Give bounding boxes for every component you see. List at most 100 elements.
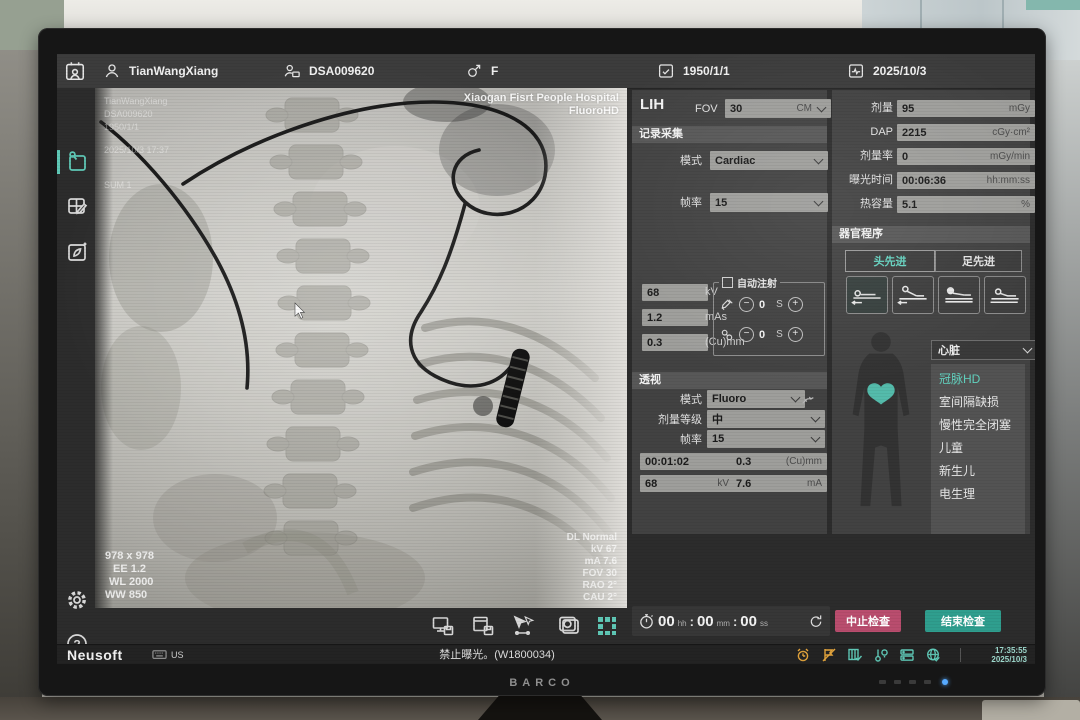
worklist-check-icon[interactable] — [847, 647, 863, 663]
auto-inject-checkbox[interactable] — [722, 277, 733, 288]
stopwatch-icon — [638, 613, 655, 630]
alarm-warning-icon[interactable] — [795, 647, 811, 663]
fluoro-ma-value: 7.6mA — [731, 475, 827, 492]
program-item[interactable]: 慢性完全闭塞 — [931, 414, 1025, 437]
chevron-down-icon — [814, 154, 824, 164]
timer-reset-icon[interactable] — [808, 613, 824, 629]
bezel-button[interactable] — [894, 680, 901, 684]
save-image-icon[interactable] — [471, 614, 495, 638]
bezel-button[interactable] — [909, 680, 916, 684]
fluoro-dose-label: 剂量等级 — [638, 411, 702, 429]
xray-rendering — [95, 88, 627, 608]
record-mode-select[interactable]: Cardiac — [710, 151, 828, 170]
system-tray — [795, 647, 941, 663]
active-indicator — [57, 150, 60, 174]
fluoro-mode-label: 模式 — [638, 391, 702, 409]
exposure-time-value: 00:06:36hh:mm:ss — [897, 172, 1035, 189]
patient-recline-icon — [896, 281, 930, 309]
minus-stepper-button[interactable]: − — [739, 297, 754, 312]
patient-info: TianWangXiang — [103, 54, 218, 88]
storage-icon[interactable] — [899, 647, 915, 663]
exam-timer: 00hh : 00mm : 00ss — [632, 606, 830, 636]
sidebar-item-post-processing[interactable] — [65, 240, 89, 264]
chevron-down-icon — [811, 413, 821, 423]
patient-id-group: DSA009620 — [283, 54, 374, 88]
tray-time: 17:35:55 — [965, 646, 1027, 655]
position-recline-left-button[interactable] — [892, 276, 934, 314]
export-monitor-icon[interactable] — [431, 614, 455, 638]
system-message: 禁止曝光。(W1800034) — [377, 645, 617, 664]
calendar-check-icon — [657, 62, 675, 80]
minus-stepper-button[interactable]: − — [739, 327, 754, 342]
dose-rate-value: 0mGy/min — [897, 148, 1035, 165]
auto-inject-group: 自动注射 − 0 S + − 0 S + — [713, 282, 825, 356]
program-item[interactable]: 室间隔缺损 — [931, 391, 1025, 414]
finish-exam-button[interactable]: 结束检查 — [925, 610, 1001, 632]
program-item[interactable]: 新生儿 — [931, 460, 1025, 483]
worklist-icon[interactable] — [64, 54, 86, 88]
dose-label: 剂量 — [835, 99, 893, 117]
fluoroscopy-image[interactable]: TianWangXiang DSA009620 1950/1/1 2025/10… — [95, 88, 627, 608]
organ-program-header: 器官程序 — [832, 226, 1030, 243]
image-mode: FluoroHD — [464, 105, 619, 118]
program-item[interactable]: 冠脉HD — [931, 368, 1025, 391]
sidebar: ? — [57, 88, 95, 644]
record-mode-label: 模式 — [642, 152, 702, 170]
plus-stepper-button[interactable]: + — [788, 327, 803, 342]
organ-select[interactable]: 心脏 — [931, 340, 1035, 360]
sync-delay-icon — [720, 328, 734, 342]
settings-gear-icon[interactable] — [65, 588, 89, 612]
image-overlay-bottom-left: 978 x 978 EE 1.2 WL 2000 WW 850 — [105, 550, 154, 602]
fluoro-pedal-icon — [800, 391, 816, 407]
fluoro-mode-select[interactable]: Fluoro — [707, 390, 805, 408]
keyboard-icon — [152, 648, 167, 661]
tab-feet-first[interactable]: 足先进 — [935, 250, 1022, 272]
program-item[interactable]: 电生理 — [931, 483, 1025, 506]
patient-icon — [103, 62, 121, 80]
calendar-pulse-icon — [847, 62, 865, 80]
program-item[interactable]: 儿童 — [931, 437, 1025, 460]
fov-select[interactable]: 30 CM — [725, 99, 831, 118]
tab-head-first[interactable]: 头先进 — [845, 250, 935, 272]
birth-date: 1950/1/1 — [683, 64, 730, 78]
chevron-down-icon — [811, 433, 821, 443]
fluoro-fps-label: 帧率 — [638, 431, 702, 449]
keyboard-layout[interactable]: US — [171, 645, 184, 664]
fluoro-dose-select[interactable]: 中 — [707, 410, 825, 428]
sidebar-item-annotation-edit[interactable] — [65, 194, 89, 218]
fluoro-fps-select[interactable]: 15 — [707, 430, 825, 448]
image-toolbar — [95, 608, 627, 644]
abort-exam-button[interactable]: 中止检查 — [835, 610, 901, 632]
timer-hours: 00 — [658, 613, 675, 630]
image-overlay-bottom-right: DL Normal kV 67 mA 7.6 FOV 30 RAO 2° CAU… — [567, 532, 617, 604]
collimator-grid-icon[interactable] — [595, 614, 619, 638]
position-recline-right-button[interactable] — [984, 276, 1026, 314]
auto-inject-label: 自动注射 — [737, 275, 777, 290]
fluoro-time-value: 00:01:02 — [640, 453, 734, 470]
heat-capacity-label: 热容量 — [835, 195, 893, 213]
desk-item — [982, 700, 1080, 720]
network-check-icon[interactable] — [925, 647, 941, 663]
temperature-icon[interactable] — [873, 647, 889, 663]
body-map[interactable] — [837, 326, 925, 526]
screen: TianWangXiang DSA009620 F 1950/1/1 2025/… — [57, 54, 1035, 664]
room-shelf — [1026, 0, 1080, 10]
exam-date: 2025/10/3 — [873, 64, 926, 78]
gender-value: F — [491, 64, 498, 78]
plus-stepper-button[interactable]: + — [788, 297, 803, 312]
record-fps-select[interactable]: 15 — [710, 193, 828, 212]
position-supine-button[interactable] — [846, 276, 888, 314]
bezel-button[interactable] — [879, 680, 886, 684]
record-mas-value: 1.2 — [642, 309, 708, 326]
patient-id-icon — [283, 62, 301, 80]
flag-off-icon[interactable] — [821, 647, 837, 663]
measure-pointer-icon[interactable] — [511, 614, 535, 638]
bezel-button[interactable] — [924, 680, 931, 684]
record-cu-value: 0.3 — [642, 334, 708, 351]
position-headup-button[interactable] — [938, 276, 980, 314]
sidebar-item-image-review[interactable] — [65, 150, 89, 174]
patient-id: DSA009620 — [309, 64, 374, 78]
worklist-icon — [64, 60, 86, 82]
heat-capacity-value: 5.1% — [897, 196, 1035, 213]
snapshot-camera-icon[interactable] — [557, 614, 581, 638]
